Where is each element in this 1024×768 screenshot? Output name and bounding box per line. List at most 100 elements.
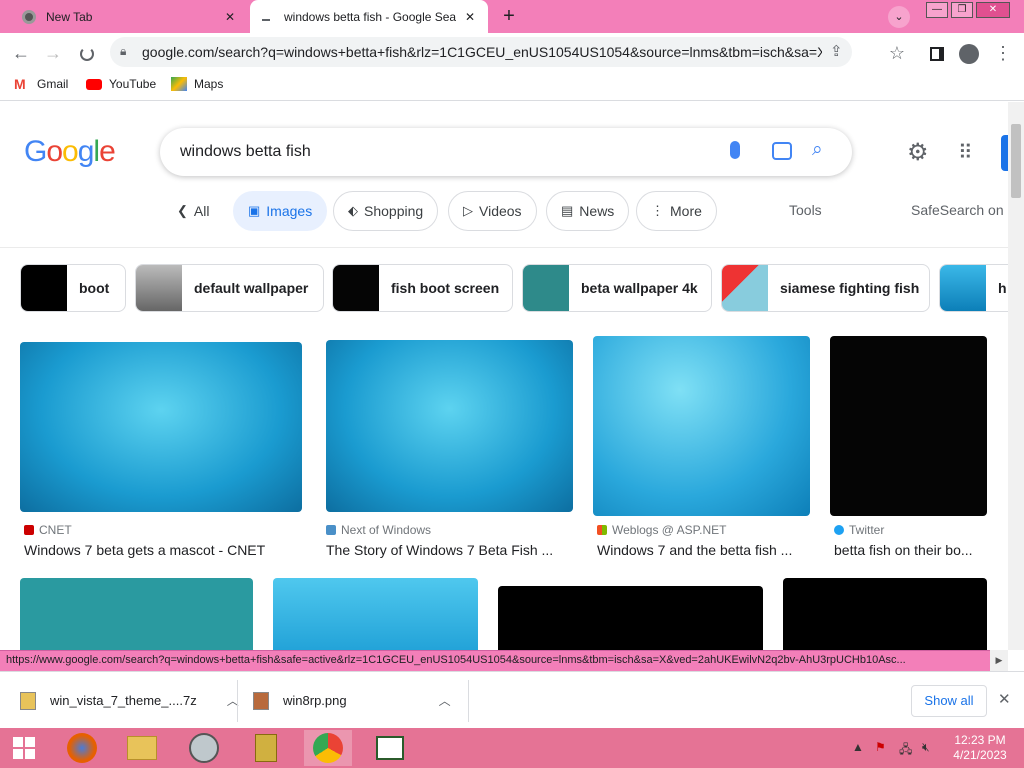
result-image[interactable]: [20, 578, 253, 650]
divider: [468, 680, 469, 722]
minimize-button[interactable]: —: [926, 2, 948, 18]
related-chip-fish-boot-screen[interactable]: fish boot screen: [332, 264, 513, 312]
related-chip-default-wallpaper[interactable]: default wallpaper: [135, 264, 324, 312]
sign-in-button[interactable]: [1001, 135, 1008, 171]
link-status-bar: https://www.google.com/search?q=windows+…: [0, 650, 1008, 671]
close-tab-icon[interactable]: ✕: [462, 9, 478, 25]
network-icon[interactable]: 🖧︎: [899, 740, 912, 761]
system-clock[interactable]: 12:23 PM 4/21/2023: [945, 733, 1015, 763]
search-input[interactable]: windows betta fish: [180, 143, 311, 161]
related-label: fish boot screen: [391, 280, 500, 296]
scroll-right-arrow[interactable]: ▶: [990, 650, 1008, 671]
close-downloads-icon[interactable]: ✕: [998, 690, 1011, 708]
page-scrollbar[interactable]: [1008, 102, 1024, 650]
result-image[interactable]: [783, 578, 987, 650]
loading-stop-icon[interactable]: [74, 40, 100, 66]
result-title[interactable]: The Story of Windows 7 Beta Fish ...: [326, 542, 576, 558]
file-explorer-taskbar-button[interactable]: [118, 730, 166, 766]
maps-icon: [171, 77, 187, 91]
tab-new-tab[interactable]: New Tab ✕: [8, 0, 248, 33]
url-text[interactable]: google.com/search?q=windows+betta+fish&r…: [142, 44, 822, 60]
apps-grid-icon[interactable]: ⠿: [958, 140, 973, 165]
gmail-icon: M: [14, 76, 26, 92]
close-tab-icon[interactable]: ✕: [222, 9, 238, 25]
chrome-icon: [22, 9, 36, 24]
result-title[interactable]: Windows 7 and the betta fish ...: [597, 542, 812, 558]
tab-label: windows betta fish - Google Sear: [284, 9, 456, 24]
related-label: boot: [79, 280, 110, 296]
action-center-flag-icon[interactable]: ⚑: [875, 740, 886, 754]
related-chip-siamese-fighting-fish[interactable]: siamese fighting fish: [721, 264, 930, 312]
result-image[interactable]: [273, 578, 478, 650]
source-label: Twitter: [849, 523, 885, 537]
related-chip-h[interactable]: h: [939, 264, 1008, 312]
volume-muted-icon[interactable]: 🔇︎: [922, 740, 930, 755]
restore-button[interactable]: ❐: [951, 2, 973, 18]
result-title[interactable]: Windows 7 beta gets a mascot - CNET: [24, 542, 304, 558]
source-label: Weblogs @ ASP.NET: [612, 523, 727, 537]
app-taskbar-button[interactable]: [180, 730, 228, 766]
related-thumbnail: [722, 265, 768, 311]
result-image[interactable]: [326, 340, 573, 512]
safesearch-button[interactable]: SafeSearch on: [911, 202, 1004, 218]
tab-news[interactable]: ▤ News: [546, 191, 630, 231]
related-chip-boot[interactable]: boot: [20, 264, 126, 312]
download-item[interactable]: win8rp.png ︿: [253, 672, 451, 729]
scrollbar-thumb[interactable]: [1011, 124, 1021, 198]
result-image[interactable]: [498, 586, 763, 650]
chrome-taskbar-button[interactable]: [304, 730, 352, 766]
tab-all[interactable]: ❮ All: [163, 191, 223, 231]
archiver-taskbar-button[interactable]: [242, 730, 290, 766]
play-icon: ▷: [463, 203, 473, 218]
tray-expand-icon[interactable]: ▲: [852, 740, 864, 754]
result-source[interactable]: Twitter: [834, 523, 884, 537]
window-taskbar-button[interactable]: [366, 730, 414, 766]
address-bar[interactable]: 🔒︎ google.com/search?q=windows+betta+fis…: [110, 37, 852, 67]
lock-icon[interactable]: 🔒︎: [120, 44, 126, 59]
tab-shopping[interactable]: ⬖ Shopping: [333, 191, 439, 231]
bookmark-gmail[interactable]: M Gmail: [14, 77, 68, 91]
result-source[interactable]: CNET: [24, 523, 72, 537]
tools-button[interactable]: Tools: [789, 202, 822, 218]
chrome-icon: [313, 733, 343, 763]
back-button[interactable]: ←: [8, 40, 34, 66]
search-box[interactable]: windows betta fish ⌕: [160, 128, 852, 176]
tab-images[interactable]: ▣ Images: [233, 191, 328, 231]
bookmark-youtube[interactable]: YouTube: [86, 77, 156, 91]
browser-toolbar: ← → 🔒︎ google.com/search?q=windows+betta…: [0, 33, 1024, 71]
microphone-icon[interactable]: [730, 141, 740, 159]
result-source[interactable]: Next of Windows: [326, 523, 431, 537]
downloads-bar: win_vista_7_theme_....7z ︿ win8rp.png ︿ …: [0, 671, 1024, 728]
tab-videos[interactable]: ▷ Videos: [448, 191, 537, 231]
profile-avatar[interactable]: [956, 40, 982, 66]
close-window-button[interactable]: ✕: [976, 2, 1010, 18]
tab-search-icon[interactable]: ⌄: [888, 6, 910, 28]
settings-gear-icon[interactable]: ⚙: [907, 138, 929, 167]
share-icon[interactable]: ⇪: [830, 42, 843, 60]
tab-google-search[interactable]: windows betta fish - Google Sear ✕: [250, 0, 488, 33]
google-logo[interactable]: Google: [24, 135, 116, 169]
firefox-taskbar-button[interactable]: [58, 730, 106, 766]
menu-kebab-icon[interactable]: ⋮: [990, 40, 1016, 66]
result-title[interactable]: betta fish on their bo...: [834, 542, 994, 558]
search-icon[interactable]: ⌕: [812, 139, 823, 161]
download-item[interactable]: win_vista_7_theme_....7z ︿: [20, 672, 239, 729]
tab-more[interactable]: ⋮ More: [636, 191, 717, 231]
related-chip-beta-wallpaper-4k[interactable]: beta wallpaper 4k: [522, 264, 712, 312]
bookmark-maps[interactable]: Maps: [171, 77, 223, 91]
start-button[interactable]: [0, 730, 48, 766]
side-panel-icon[interactable]: [924, 40, 950, 66]
related-thumbnail: [940, 265, 986, 311]
result-source[interactable]: Weblogs @ ASP.NET: [597, 523, 726, 537]
result-image[interactable]: [20, 342, 302, 512]
bookmark-star-icon[interactable]: ☆: [884, 40, 910, 66]
show-all-button[interactable]: Show all: [911, 685, 987, 717]
chevron-up-icon[interactable]: ︿: [439, 692, 451, 709]
tab-label: News: [579, 203, 615, 219]
camera-lens-icon[interactable]: [772, 142, 792, 160]
result-image[interactable]: [593, 336, 810, 516]
forward-button[interactable]: →: [40, 40, 66, 66]
new-tab-button[interactable]: +: [498, 5, 520, 27]
result-image[interactable]: [830, 336, 987, 516]
image-file-icon: [253, 691, 269, 710]
